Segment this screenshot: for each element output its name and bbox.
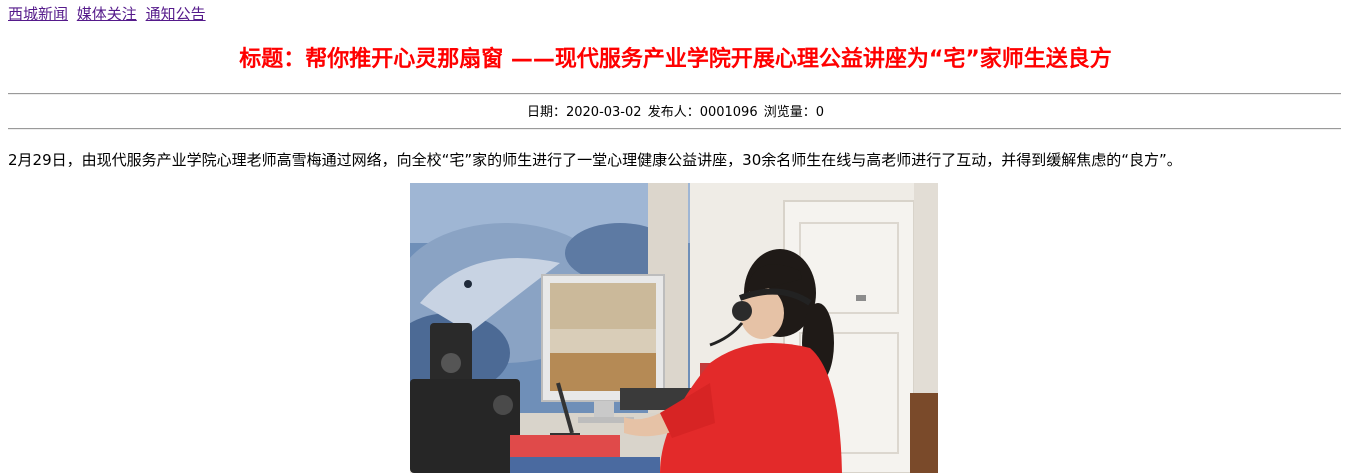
article-meta: 日期：2020-03-02 发布人：0001096 浏览量：0 [0, 104, 1351, 122]
article-date: 日期：2020-03-02 [526, 105, 642, 120]
breadcrumb-link-media-focus[interactable]: 媒体关注 [77, 5, 137, 23]
article-views: 浏览量：0 [763, 105, 825, 120]
article-photo [410, 183, 938, 473]
lecture-photo-illustration [410, 183, 938, 473]
breadcrumb-link-notices[interactable]: 通知公告 [146, 5, 206, 23]
breadcrumb-link-xicheng-news[interactable]: 西城新闻 [8, 5, 68, 23]
breadcrumb: 西城新闻 媒体关注 通知公告 [8, 4, 210, 24]
article-author: 发布人：0001096 [647, 105, 758, 120]
article-title: 标题：帮你推开心灵那扇窗 ——现代服务产业学院开展心理公益讲座为“宅”家师生送良… [239, 47, 1112, 72]
meta-divider [8, 128, 1341, 130]
article-page: 西城新闻 媒体关注 通知公告 标题：帮你推开心灵那扇窗 ——现代服务产业学院开展… [0, 0, 1351, 473]
title-divider [8, 93, 1341, 95]
article-paragraph: 2月29日，由现代服务产业学院心理老师高雪梅通过网络，向全校“宅”家的师生进行了… [8, 151, 1182, 169]
